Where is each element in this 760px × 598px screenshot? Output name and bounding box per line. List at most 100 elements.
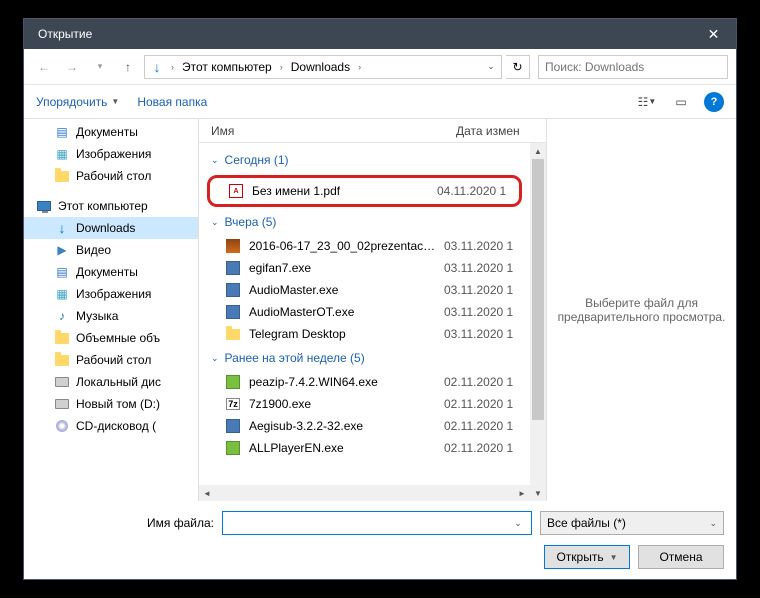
file-row[interactable]: peazip-7.4.2.WIN64.exe02.11.2020 1 <box>203 371 526 393</box>
sidebar-item[interactable]: Рабочий стол <box>24 349 198 371</box>
organize-menu[interactable]: Упорядочить ▼ <box>36 95 119 109</box>
sidebar-item-label: Документы <box>76 265 138 279</box>
view-mode-button[interactable]: ☷ ▼ <box>632 91 662 113</box>
help-button[interactable]: ? <box>704 92 724 112</box>
sidebar-item[interactable]: ↓Downloads <box>24 217 198 239</box>
filename-input[interactable] <box>227 516 509 530</box>
file-group-header[interactable]: ⌄Ранее на этой неделе (5) <box>203 345 526 371</box>
sidebar-item[interactable]: Рабочий стол <box>24 165 198 187</box>
column-headers: Имя Дата измен <box>199 119 546 143</box>
file-row[interactable]: AudioMaster.exe03.11.2020 1 <box>203 279 526 301</box>
sidebar-item[interactable]: ▤Документы <box>24 121 198 143</box>
filetype-dropdown[interactable]: Все файлы (*) ⌄ <box>540 511 724 535</box>
file-row[interactable]: ALLPlayerEN.exe02.11.2020 1 <box>203 437 526 459</box>
breadcrumb-folder[interactable]: Downloads <box>287 58 354 76</box>
sidebar-item-label: Новый том (D:) <box>76 397 160 411</box>
generic-icon <box>225 440 241 456</box>
sidebar-item-label: Изображения <box>76 147 151 161</box>
breadcrumb-dropdown[interactable]: ⌄ <box>481 61 501 72</box>
sidebar-item[interactable]: Локальный дис <box>24 371 198 393</box>
file-date: 02.11.2020 1 <box>444 419 526 433</box>
sidebar-item-label: Объемные объ <box>76 331 160 345</box>
sidebar-item[interactable]: Этот компьютер <box>24 195 198 217</box>
doc-icon: ▤ <box>54 124 70 140</box>
file-group-header[interactable]: ⌄Вчера (5) <box>203 209 526 235</box>
exe-icon <box>225 282 241 298</box>
img-icon: ▦ <box>54 146 70 162</box>
chevron-right-icon: › <box>354 62 365 72</box>
sidebar: ▤Документы▦ИзображенияРабочий столЭтот к… <box>24 119 199 501</box>
file-date: 02.11.2020 1 <box>444 441 526 455</box>
sidebar-item[interactable]: ♪Музыка <box>24 305 198 327</box>
exe-icon <box>225 304 241 320</box>
new-folder-button[interactable]: Новая папка <box>137 95 207 109</box>
file-open-dialog: Открытие ✕ ← → ▾ ↑ ↓ › Этот компьютер › … <box>23 18 737 580</box>
file-row[interactable]: egifan7.exe03.11.2020 1 <box>203 257 526 279</box>
file-row[interactable]: Aegisub-3.2.2-32.exe02.11.2020 1 <box>203 415 526 437</box>
sidebar-item-label: Видео <box>76 243 111 257</box>
up-button[interactable]: ↑ <box>116 55 140 79</box>
breadcrumb-root[interactable]: Этот компьютер <box>178 58 276 76</box>
forward-button[interactable]: → <box>60 55 84 79</box>
file-date: 02.11.2020 1 <box>444 397 526 411</box>
sidebar-item[interactable]: ▦ Изображения <box>24 143 198 165</box>
file-name: Без имени 1.pdf <box>252 184 429 198</box>
scroll-up-icon[interactable]: ▲ <box>530 143 546 159</box>
scroll-left-icon[interactable]: ◄ <box>199 485 215 501</box>
refresh-button[interactable]: ↻ <box>506 55 530 79</box>
back-button[interactable]: ← <box>32 55 56 79</box>
column-date[interactable]: Дата измен <box>456 124 546 138</box>
file-group-header[interactable]: ⌄Сегодня (1) <box>203 147 526 173</box>
file-row[interactable]: AudioMasterOT.exe03.11.2020 1 <box>203 301 526 323</box>
download-icon: ↓ <box>149 59 165 75</box>
preview-pane-button[interactable]: ▭ <box>666 91 696 113</box>
search-input[interactable] <box>545 60 727 74</box>
file-date: 02.11.2020 1 <box>444 375 526 389</box>
close-button[interactable]: ✕ <box>691 19 736 49</box>
file-date: 03.11.2020 1 <box>444 327 526 341</box>
sidebar-item[interactable]: Новый том (D:) <box>24 393 198 415</box>
vertical-scrollbar[interactable]: ▲ ▼ <box>530 143 546 501</box>
sidebar-item[interactable]: Объемные объ <box>24 327 198 349</box>
disk-icon <box>54 396 70 412</box>
search-box[interactable] <box>538 55 728 79</box>
file-date: 03.11.2020 1 <box>444 239 526 253</box>
file-row[interactable]: 7z7z1900.exe02.11.2020 1 <box>203 393 526 415</box>
disk-icon <box>54 374 70 390</box>
folder-icon <box>54 330 70 346</box>
filename-dropdown[interactable]: ⌄ <box>509 518 527 529</box>
folder-icon <box>54 168 70 184</box>
music-icon: ♪ <box>54 308 70 324</box>
open-button[interactable]: Открыть ▼ <box>544 545 630 569</box>
highlighted-file: AБез имени 1.pdf04.11.2020 1 <box>207 175 522 207</box>
split-dropdown-icon[interactable]: ▼ <box>610 553 618 562</box>
sidebar-item-label: Downloads <box>76 221 135 235</box>
file-row[interactable]: Telegram Desktop03.11.2020 1 <box>203 323 526 345</box>
file-name: AudioMasterOT.exe <box>249 305 436 319</box>
scroll-down-icon[interactable]: ▼ <box>530 485 546 501</box>
sidebar-item[interactable]: ▦Изображения <box>24 283 198 305</box>
file-name: 7z1900.exe <box>249 397 436 411</box>
sidebar-item[interactable]: CD-дисковод ( <box>24 415 198 437</box>
sidebar-item[interactable]: ▤Документы <box>24 261 198 283</box>
window-title: Открытие <box>38 27 691 41</box>
exe-icon <box>225 260 241 276</box>
file-list: ⌄Сегодня (1) AБез имени 1.pdf04.11.2020 1… <box>199 143 530 485</box>
breadcrumb[interactable]: ↓ › Этот компьютер › Downloads › ⌄ <box>144 55 502 79</box>
sidebar-item[interactable]: ▶ Видео <box>24 239 198 261</box>
file-name: egifan7.exe <box>249 261 436 275</box>
column-name[interactable]: Имя <box>211 124 456 138</box>
chevron-down-icon: ⌄ <box>211 155 219 166</box>
chevron-down-icon: ⌄ <box>709 518 717 529</box>
video-icon: ▶ <box>54 242 70 258</box>
preview-placeholder: Выберите файл для предварительного просм… <box>557 296 726 324</box>
recent-dropdown[interactable]: ▾ <box>88 55 112 79</box>
file-name: AudioMaster.exe <box>249 283 436 297</box>
file-row[interactable]: 2016-06-17_23_00_02prezentaciya-ohrana..… <box>203 235 526 257</box>
file-row[interactable]: AБез имени 1.pdf04.11.2020 1 <box>210 180 519 202</box>
horizontal-scrollbar[interactable]: ◄ ► <box>199 485 530 501</box>
scroll-right-icon[interactable]: ► <box>514 485 530 501</box>
address-bar: ← → ▾ ↑ ↓ › Этот компьютер › Downloads ›… <box>24 49 736 85</box>
filename-field[interactable]: ⌄ <box>222 511 532 535</box>
cancel-button[interactable]: Отмена <box>638 545 724 569</box>
